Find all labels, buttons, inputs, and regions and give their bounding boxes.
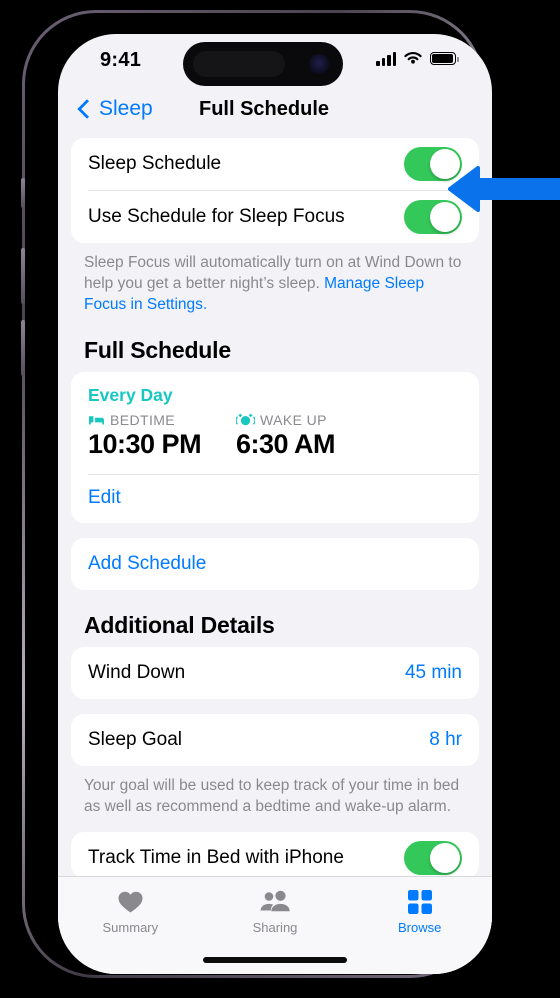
- row-label-sleep-schedule: Sleep Schedule: [88, 153, 222, 174]
- sleep-toggles-card: Sleep Schedule Use Schedule for Sleep Fo…: [71, 138, 479, 243]
- wakeup-caption-row: WAKE UP: [236, 412, 335, 428]
- bed-icon: [89, 415, 104, 424]
- home-indicator[interactable]: [203, 957, 347, 963]
- tab-label-summary: Summary: [102, 920, 159, 935]
- wakeup-caption: WAKE UP: [260, 412, 327, 428]
- heart-icon: [117, 888, 144, 916]
- bedtime-caption: BEDTIME: [110, 412, 176, 428]
- row-label-use-schedule-for-sleep-focus: Use Schedule for Sleep Focus: [88, 206, 345, 227]
- dynamic-island: [183, 42, 343, 86]
- toggle-knob: [430, 202, 460, 232]
- settings-scroll-view[interactable]: Sleep Schedule Use Schedule for Sleep Fo…: [58, 138, 492, 974]
- tab-label-browse: Browse: [398, 920, 442, 935]
- add-schedule-button[interactable]: Add Schedule: [71, 538, 479, 590]
- toggle-knob: [430, 149, 460, 179]
- toggle-use-schedule-for-sleep-focus[interactable]: [404, 200, 462, 234]
- front-camera-icon: [309, 54, 329, 74]
- status-bar: 9:41: [58, 34, 492, 92]
- toggle-track-time-in-bed[interactable]: [404, 841, 462, 875]
- toggle-sleep-schedule[interactable]: [404, 147, 462, 181]
- iphone-device-frame: 9:41 Sleep Full Schedule Sleep Schedule …: [21, 10, 492, 978]
- bedtime-caption-row: BEDTIME: [88, 412, 236, 428]
- row-label-sleep-goal: Sleep Goal: [88, 729, 183, 750]
- row-wind-down[interactable]: Wind Down 45 min: [71, 647, 479, 699]
- row-sleep-goal[interactable]: Sleep Goal 8 hr: [71, 714, 479, 766]
- iphone-screen: 9:41 Sleep Full Schedule Sleep Schedule …: [58, 34, 492, 974]
- add-schedule-card[interactable]: Add Schedule: [71, 538, 479, 590]
- edit-schedule-button[interactable]: Edit: [71, 475, 479, 523]
- cellular-bars-icon: [376, 51, 396, 66]
- row-label-track-time-in-bed: Track Time in Bed with iPhone: [88, 847, 344, 868]
- tab-summary[interactable]: Summary: [58, 877, 203, 974]
- wind-down-card[interactable]: Wind Down 45 min: [71, 647, 479, 699]
- bedtime-column: BEDTIME 10:30 PM: [88, 412, 236, 460]
- battery-icon: [430, 52, 459, 65]
- sleep-goal-footnote: Your goal will be used to keep track of …: [84, 777, 460, 815]
- wakeup-column: WAKE UP 6:30 AM: [236, 412, 336, 460]
- tab-bar: Summary Sharing Browse: [58, 876, 492, 974]
- row-sleep-schedule[interactable]: Sleep Schedule: [71, 138, 479, 190]
- row-value-wind-down: 45 min: [404, 662, 462, 683]
- section-header-additional-details: Additional Details: [84, 612, 275, 638]
- navigation-bar: Sleep Full Schedule: [58, 92, 492, 138]
- section-header-full-schedule: Full Schedule: [84, 337, 231, 363]
- sleep-goal-card[interactable]: Sleep Goal 8 hr: [71, 714, 479, 766]
- wifi-icon: [404, 52, 422, 64]
- schedule-card: Every Day BEDTIME 10:30 PM WAKE UP 6:30 …: [71, 372, 479, 523]
- grid-squares-icon: [407, 888, 433, 916]
- people-icon: [259, 888, 291, 916]
- row-label-wind-down: Wind Down: [88, 662, 186, 683]
- row-track-time-in-bed[interactable]: Track Time in Bed with iPhone: [71, 832, 479, 878]
- page-title: Full Schedule: [198, 98, 330, 120]
- wakeup-value: 6:30 AM: [236, 429, 336, 459]
- bedtime-value: 10:30 PM: [88, 429, 202, 459]
- toggle-knob: [430, 843, 460, 873]
- schedule-day-label: Every Day: [88, 385, 173, 405]
- tab-browse[interactable]: Browse: [347, 877, 492, 974]
- alarm-clock-icon: [236, 413, 255, 426]
- row-use-schedule-for-sleep-focus[interactable]: Use Schedule for Sleep Focus: [71, 191, 479, 243]
- dynamic-island-pill: [193, 51, 285, 77]
- tab-label-sharing: Sharing: [252, 920, 298, 935]
- row-value-sleep-goal: 8 hr: [429, 729, 462, 750]
- sleep-focus-footnote: Sleep Focus will automatically turn on a…: [84, 252, 466, 315]
- track-time-card: Track Time in Bed with iPhone: [71, 832, 479, 878]
- status-bar-icons: [376, 51, 459, 66]
- status-bar-clock: 9:41: [100, 49, 142, 71]
- schedule-summary[interactable]: Every Day BEDTIME 10:30 PM WAKE UP 6:30 …: [71, 372, 479, 474]
